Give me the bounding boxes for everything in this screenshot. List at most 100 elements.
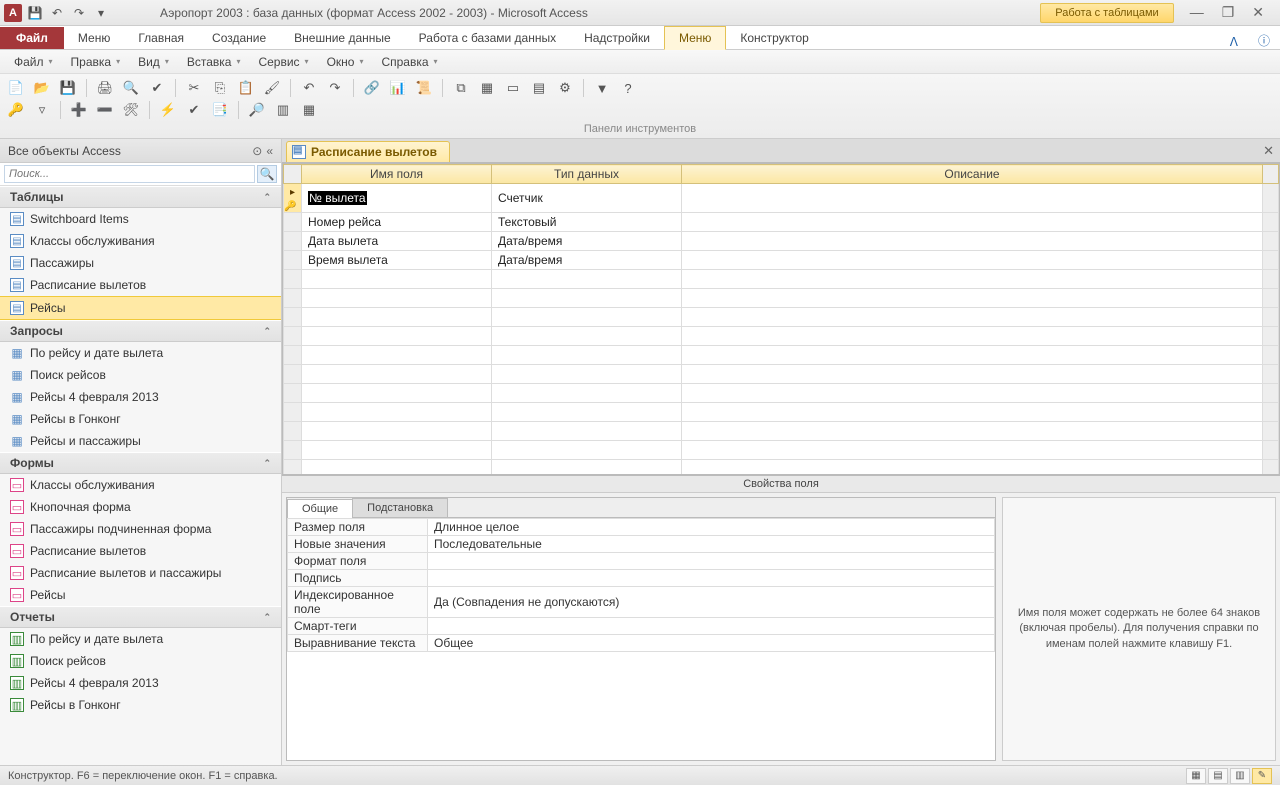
- menu-help[interactable]: Справка: [373, 53, 445, 71]
- datasheet-icon[interactable]: ▦: [299, 100, 319, 120]
- menu-view[interactable]: Вид: [130, 53, 177, 71]
- field-name-cell[interactable]: № вылета: [302, 184, 492, 213]
- view-datasheet-icon[interactable]: ▦: [1186, 768, 1206, 784]
- data-type-cell[interactable]: [492, 308, 682, 327]
- tab-create[interactable]: Создание: [198, 27, 280, 49]
- view-icon[interactable]: ▿: [32, 100, 52, 120]
- ribbon-min-icon[interactable]: ᐱ: [1220, 35, 1248, 49]
- save-icon[interactable]: 💾: [58, 78, 78, 98]
- tab-external-data[interactable]: Внешние данные: [280, 27, 405, 49]
- row-selector[interactable]: [284, 184, 302, 213]
- nav-dropdown-icon[interactable]: ⊙: [252, 144, 262, 158]
- row-selector[interactable]: [284, 422, 302, 441]
- nav-item[interactable]: Классы обслуживания: [0, 230, 281, 252]
- minimize-button[interactable]: ―: [1190, 4, 1204, 21]
- menu-edit[interactable]: Правка: [63, 53, 129, 71]
- nav-item[interactable]: Рейсы и пассажиры: [0, 430, 281, 452]
- tab-design[interactable]: Конструктор: [726, 27, 822, 49]
- description-cell[interactable]: [682, 251, 1263, 270]
- data-type-cell[interactable]: Дата/время: [492, 251, 682, 270]
- data-type-cell[interactable]: Текстовый: [492, 213, 682, 232]
- nav-item[interactable]: Поиск рейсов: [0, 650, 281, 672]
- field-name-cell[interactable]: [302, 308, 492, 327]
- description-cell[interactable]: [682, 365, 1263, 384]
- nav-item[interactable]: Рейсы: [0, 584, 281, 606]
- nav-item[interactable]: Рейсы в Гонконг: [0, 694, 281, 716]
- data-type-cell[interactable]: [492, 460, 682, 476]
- copy-icon[interactable]: ⎘: [210, 78, 230, 98]
- description-cell[interactable]: [682, 460, 1263, 476]
- row-selector[interactable]: [284, 289, 302, 308]
- description-cell[interactable]: [682, 308, 1263, 327]
- field-name-cell[interactable]: Номер рейса: [302, 213, 492, 232]
- delete-row-icon[interactable]: ➖: [95, 100, 115, 120]
- proptab-lookup[interactable]: Подстановка: [352, 498, 448, 517]
- row-selector[interactable]: [284, 365, 302, 384]
- prop-value[interactable]: [428, 553, 995, 570]
- field-name-cell[interactable]: [302, 403, 492, 422]
- field-grid[interactable]: Имя поля Тип данных Описание № вылетаСче…: [282, 163, 1280, 475]
- menu-file[interactable]: Файл: [6, 53, 61, 71]
- prop-value[interactable]: [428, 570, 995, 587]
- field-name-cell[interactable]: [302, 384, 492, 403]
- redo-icon[interactable]: ↷: [325, 78, 345, 98]
- key-icon[interactable]: 🔑: [6, 100, 26, 120]
- link-icon[interactable]: 🔗: [362, 78, 382, 98]
- nav-item[interactable]: По рейсу и дате вылета: [0, 342, 281, 364]
- row-selector[interactable]: [284, 346, 302, 365]
- menu-insert[interactable]: Вставка: [179, 53, 249, 71]
- insert-row-icon[interactable]: ➕: [69, 100, 89, 120]
- relationships-icon[interactable]: ⧉: [451, 78, 471, 98]
- undo-icon[interactable]: ↶: [48, 4, 66, 22]
- nav-item[interactable]: По рейсу и дате вылета: [0, 628, 281, 650]
- qat-dropdown-icon[interactable]: ▾: [92, 4, 110, 22]
- row-selector[interactable]: [284, 232, 302, 251]
- preview-icon[interactable]: 🔍: [121, 78, 141, 98]
- navgroup-forms[interactable]: Формы⌃: [0, 452, 281, 474]
- close-tab-icon[interactable]: ✕: [1263, 143, 1274, 159]
- field-name-cell[interactable]: [302, 346, 492, 365]
- print-icon[interactable]: 🖨: [95, 78, 115, 98]
- prop-value[interactable]: Длинное целое: [428, 519, 995, 536]
- nav-item[interactable]: Рейсы: [0, 296, 281, 320]
- cut-icon[interactable]: ✂: [184, 78, 204, 98]
- builder-icon[interactable]: 🛠: [121, 100, 141, 120]
- nav-item[interactable]: Классы обслуживания: [0, 474, 281, 496]
- data-type-cell[interactable]: [492, 384, 682, 403]
- help-icon[interactable]: ⓘ: [1248, 32, 1280, 49]
- tab-home[interactable]: Главная: [124, 27, 198, 49]
- data-type-cell[interactable]: [492, 441, 682, 460]
- undo-icon[interactable]: ↶: [299, 78, 319, 98]
- proptab-general[interactable]: Общие: [287, 499, 353, 518]
- macro-icon[interactable]: ⚙: [555, 78, 575, 98]
- tab-database-tools[interactable]: Работа с базами данных: [405, 27, 570, 49]
- check-icon[interactable]: ✔: [184, 100, 204, 120]
- navgroup-reports[interactable]: Отчеты⌃: [0, 606, 281, 628]
- props-icon[interactable]: 📑: [210, 100, 230, 120]
- new-icon[interactable]: 📄: [6, 78, 26, 98]
- save-icon[interactable]: 💾: [26, 4, 44, 22]
- field-name-cell[interactable]: [302, 422, 492, 441]
- col-datatype[interactable]: Тип данных: [492, 165, 682, 184]
- data-type-cell[interactable]: Счетчик: [492, 184, 682, 213]
- description-cell[interactable]: [682, 441, 1263, 460]
- tab-ctx-menu[interactable]: Меню: [664, 26, 726, 50]
- prop-value[interactable]: [428, 618, 995, 635]
- nav-item[interactable]: Рейсы в Гонконг: [0, 408, 281, 430]
- row-selector[interactable]: [284, 441, 302, 460]
- row-selector[interactable]: [284, 308, 302, 327]
- view-pivottable-icon[interactable]: ▤: [1208, 768, 1228, 784]
- description-cell[interactable]: [682, 270, 1263, 289]
- search-icon[interactable]: 🔍: [257, 165, 277, 183]
- form-icon[interactable]: ▭: [503, 78, 523, 98]
- description-cell[interactable]: [682, 403, 1263, 422]
- data-type-cell[interactable]: [492, 422, 682, 441]
- prop-value[interactable]: Последовательные: [428, 536, 995, 553]
- nav-collapse-icon[interactable]: «: [266, 144, 273, 158]
- data-type-cell[interactable]: [492, 346, 682, 365]
- prop-value[interactable]: Да (Совпадения не допускаются): [428, 587, 995, 618]
- col-fieldname[interactable]: Имя поля: [302, 165, 492, 184]
- table-icon[interactable]: ▦: [477, 78, 497, 98]
- restore-button[interactable]: ❐: [1222, 4, 1235, 21]
- paste-icon[interactable]: 📋: [236, 78, 256, 98]
